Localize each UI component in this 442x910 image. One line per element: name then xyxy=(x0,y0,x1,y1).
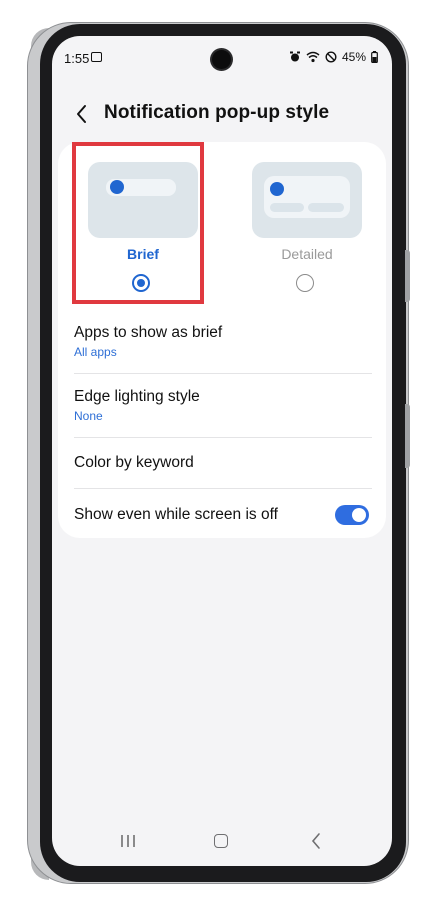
status-icons: 45% xyxy=(289,49,378,65)
page-title: Notification pop-up style xyxy=(104,102,330,123)
detailed-label: Detailed xyxy=(281,246,333,262)
image-icon xyxy=(91,52,102,62)
back-icon[interactable] xyxy=(310,832,322,850)
style-option-detailed[interactable]: Detailed xyxy=(248,154,378,304)
detailed-preview-dot xyxy=(270,182,284,196)
volume-button xyxy=(405,250,410,302)
recents-icon[interactable] xyxy=(120,834,136,848)
detailed-preview-line-right xyxy=(308,203,344,212)
setting-title: Color by keyword xyxy=(74,454,194,471)
dnd-icon xyxy=(325,51,337,63)
setting-show-while-screen-off[interactable]: Show even while screen is off xyxy=(74,506,372,524)
power-button xyxy=(405,404,410,468)
status-bar: 1:55 45% xyxy=(52,36,392,80)
setting-edge-lighting-style[interactable]: Edge lighting style None xyxy=(74,388,372,423)
toggle-knob xyxy=(352,508,366,522)
divider xyxy=(74,437,372,438)
setting-title: Edge lighting style xyxy=(74,388,200,405)
setting-title: Apps to show as brief xyxy=(74,324,223,341)
front-camera xyxy=(212,50,231,69)
setting-subtitle: None xyxy=(74,409,103,423)
divider xyxy=(74,488,372,489)
back-chevron-icon[interactable] xyxy=(72,102,92,126)
highlight-box xyxy=(72,142,204,304)
divider xyxy=(74,373,372,374)
battery-percent: 45% xyxy=(341,50,366,64)
detailed-preview-image xyxy=(252,162,362,238)
screen-off-toggle[interactable] xyxy=(335,505,369,525)
detailed-radio[interactable] xyxy=(296,274,314,292)
setting-apps-to-show-as-brief[interactable]: Apps to show as brief All apps xyxy=(74,324,372,359)
detailed-preview-line-left xyxy=(270,203,304,212)
status-time: 1:55 xyxy=(64,51,90,66)
setting-color-by-keyword[interactable]: Color by keyword xyxy=(74,454,372,472)
setting-subtitle: All apps xyxy=(74,345,117,359)
alarm-icon xyxy=(289,51,300,62)
battery-icon xyxy=(371,51,378,63)
wifi-icon xyxy=(306,51,320,63)
home-icon[interactable] xyxy=(214,834,228,848)
navigation-bar xyxy=(52,826,392,856)
page-header: Notification pop-up style xyxy=(52,98,392,130)
setting-title: Show even while screen is off xyxy=(74,506,278,523)
